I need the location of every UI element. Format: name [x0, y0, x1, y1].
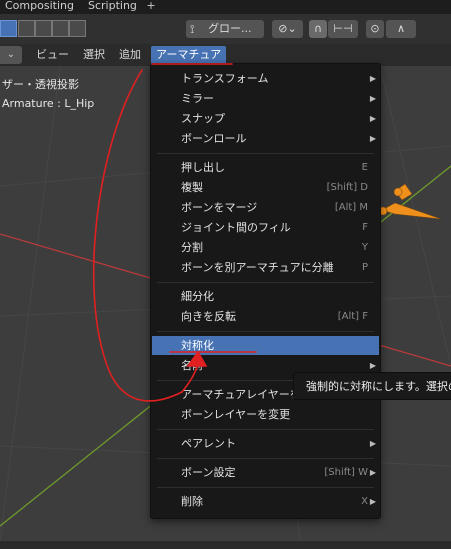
menu-item-extrude[interactable]: 押し出し E: [152, 158, 379, 177]
symmetrize-tooltip: 強制的に対称にします。選択の: [293, 372, 451, 400]
view-perspective-label: ザー・透視投影: [2, 78, 79, 91]
proportional-edit-toggle[interactable]: ⊙: [366, 20, 384, 38]
menu-item-snap[interactable]: スナップ ▶: [152, 109, 379, 128]
menu-separator: [157, 153, 374, 154]
menu-item-merge-bones[interactable]: ボーンをマージ [Alt] M: [152, 198, 379, 217]
menu-item-bone-roll[interactable]: ボーンロール ▶: [152, 129, 379, 148]
bottom-header-bar: [0, 541, 451, 549]
pivot-link-icon: ⊘⌄: [278, 22, 297, 35]
submenu-arrow-icon: ▶: [369, 468, 376, 477]
submenu-arrow-icon: ▶: [369, 74, 376, 83]
menu-item-change-bone-layers[interactable]: ボーンレイヤーを変更: [152, 405, 379, 424]
select-subtract-icon[interactable]: [35, 20, 52, 37]
menu-item-bone-settings[interactable]: ボーン設定 [Shift] W ▶: [152, 463, 379, 482]
armature-bones: [378, 183, 442, 220]
orientation-axis-icon: ⟟: [190, 22, 195, 36]
submenu-arrow-icon: ▶: [369, 114, 376, 123]
transform-orientation-label: グロー...: [208, 22, 252, 35]
workspace-tab-bar: Compositing Scripting +: [0, 0, 451, 14]
menu-item-switch-direction[interactable]: 向きを反転 [Alt] F: [152, 307, 379, 326]
tab-compositing[interactable]: Compositing: [1, 0, 78, 14]
snap-toggle[interactable]: ∩: [309, 20, 327, 38]
menu-separator: [157, 331, 374, 332]
tooltip-text: 強制的に対称にします。選択の: [306, 380, 451, 393]
menu-separator: [157, 487, 374, 488]
menu-item-duplicate[interactable]: 複製 [Shift] D: [152, 178, 379, 197]
armature-menu-dropdown: トランスフォーム ▶ ミラー ▶ スナップ ▶ ボーンロール ▶ 押し出し E 複製 [Sh…: [150, 63, 381, 519]
add-workspace-button[interactable]: +: [144, 0, 158, 14]
menu-item-separate-bones[interactable]: ボーンを別アーマチュアに分離 P: [152, 258, 379, 277]
transform-orientation-dropdown[interactable]: ⟟ グロー...: [186, 20, 264, 38]
menu-item-subdivide[interactable]: 細分化: [152, 287, 379, 306]
menu-view[interactable]: ビュー: [31, 46, 74, 64]
select-new-icon[interactable]: [0, 20, 17, 37]
menu-select[interactable]: 選択: [78, 46, 110, 64]
snap-increment-icon: ⊢⊣: [333, 22, 353, 35]
tab-scripting[interactable]: Scripting: [84, 0, 141, 14]
menu-separator: [157, 429, 374, 430]
menu-item-split[interactable]: 分割 Y: [152, 238, 379, 257]
mode-dropdown-chevron-icon[interactable]: ⌄: [0, 46, 22, 64]
menu-item-parent[interactable]: ペアレント ▶: [152, 434, 379, 453]
snap-target-dropdown[interactable]: ⊢⊣: [328, 20, 358, 38]
menu-item-fill-between-joints[interactable]: ジョイント間のフィル F: [152, 218, 379, 237]
proportional-falloff-dropdown[interactable]: ∧: [386, 20, 416, 38]
menu-item-symmetrize[interactable]: 対称化: [152, 336, 379, 355]
select-invert-icon[interactable]: [52, 20, 69, 37]
menu-armature[interactable]: アーマチュア: [151, 46, 227, 64]
submenu-arrow-icon: ▶: [369, 94, 376, 103]
menu-add[interactable]: 追加: [114, 46, 146, 64]
select-extend-icon[interactable]: [18, 20, 35, 37]
menu-item-transform[interactable]: トランスフォーム ▶: [152, 69, 379, 88]
menu-item-mirror[interactable]: ミラー ▶: [152, 89, 379, 108]
active-object-label: Armature : L_Hip: [2, 97, 95, 110]
menu-separator: [157, 458, 374, 459]
falloff-curve-icon: ∧: [396, 22, 406, 35]
pivot-point-dropdown[interactable]: ⊘⌄: [272, 20, 303, 38]
submenu-arrow-icon: ▶: [369, 439, 376, 448]
proportional-circle-icon: ⊙: [370, 22, 380, 35]
menu-item-delete[interactable]: 削除 X ▶: [152, 492, 379, 511]
submenu-arrow-icon: ▶: [369, 497, 376, 506]
menu-separator: [157, 282, 374, 283]
select-intersect-icon[interactable]: [69, 20, 86, 37]
magnet-icon: ∩: [313, 22, 323, 35]
submenu-arrow-icon: ▶: [369, 134, 376, 143]
